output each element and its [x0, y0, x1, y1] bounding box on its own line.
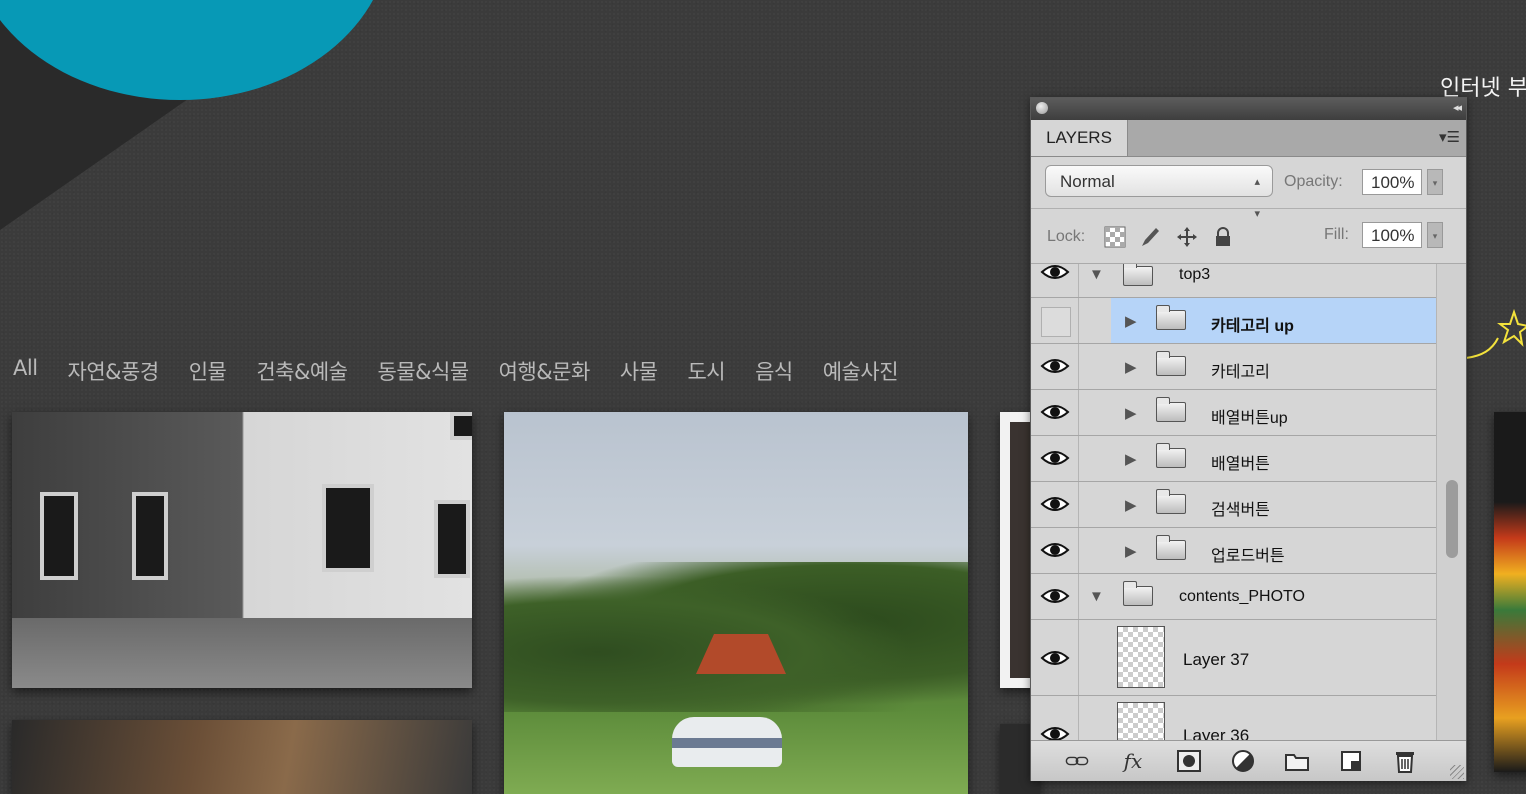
resize-grip-icon[interactable] [1450, 765, 1464, 779]
layer-row-layer-37[interactable]: Layer 37 [1031, 620, 1436, 696]
folder-icon [1156, 535, 1186, 560]
layer-scrollbar[interactable] [1436, 264, 1466, 740]
collapse-triangle-icon[interactable]: ▼ [1089, 588, 1104, 605]
expand-triangle-icon[interactable]: ▶ [1125, 496, 1137, 514]
folder-icon [1156, 489, 1186, 514]
expand-triangle-icon[interactable]: ▶ [1125, 358, 1137, 376]
close-icon[interactable] [1036, 102, 1048, 114]
lock-label: Lock: [1047, 228, 1086, 245]
layer-name: 업로드버튼 [1211, 548, 1285, 565]
fx-icon[interactable]: fx [1121, 749, 1145, 773]
tab-layers[interactable]: LAYERS [1031, 120, 1128, 156]
layer-name: contents_PHOTO [1179, 588, 1305, 605]
fill-field[interactable]: 100% [1362, 222, 1422, 248]
layer-row-category[interactable]: ▶ 카테고리 [1031, 344, 1436, 390]
category-objects[interactable]: 사물 [620, 356, 658, 386]
layer-thumbnail [1117, 626, 1165, 688]
panel-titlebar[interactable]: ◂◂ [1031, 98, 1466, 120]
opacity-field[interactable]: 100% [1362, 169, 1422, 195]
layer-name: 배열버튼up [1211, 410, 1288, 427]
layer-name: 카테고리 [1211, 364, 1270, 381]
lock-row: Lock: Fill: 100% ▾ [1031, 209, 1466, 264]
blend-row: Normal ▴ ▾ Opacity: 100% ▾ [1031, 156, 1466, 220]
category-nav: All 자연&풍경 인물 건축&예술 동물&식물 여행&문화 사물 도시 음식 … [13, 356, 899, 386]
star-doodle-icon [1465, 308, 1526, 359]
folder-icon [1123, 264, 1153, 286]
panel-menu-icon[interactable]: ▾☰ [1439, 128, 1460, 146]
layer-row-layer-36[interactable]: Layer 36 [1031, 696, 1436, 740]
new-layer-icon[interactable] [1339, 749, 1363, 773]
trash-icon[interactable] [1393, 749, 1417, 773]
layer-name: 검색버튼 [1211, 502, 1270, 519]
layer-row-contents-photo[interactable]: ▼ contents_PHOTO [1031, 574, 1436, 620]
photo-interior[interactable] [12, 720, 472, 794]
layer-list: ▼ top3 ▶ 카테고리 up ▶ 카테고리 ▶ 배열버튼up ▶ 배열버튼 … [1031, 264, 1436, 740]
layer-row-sort-button-up[interactable]: ▶ 배열버튼up [1031, 390, 1436, 436]
visibility-off-icon[interactable] [1031, 298, 1079, 343]
expand-triangle-icon[interactable]: ▶ [1125, 312, 1137, 330]
lock-all-icon[interactable] [1212, 226, 1234, 248]
collapse-triangle-icon[interactable]: ▼ [1089, 266, 1104, 283]
visibility-eye-icon[interactable] [1031, 344, 1079, 389]
layer-row-search-button[interactable]: ▶ 검색버튼 [1031, 482, 1436, 528]
new-group-icon[interactable] [1285, 749, 1309, 773]
category-people[interactable]: 인물 [189, 356, 227, 386]
lock-position-icon[interactable] [1176, 226, 1198, 248]
category-nature[interactable]: 자연&풍경 [68, 356, 160, 386]
folder-icon [1156, 443, 1186, 468]
layers-panel: ◂◂ LAYERS ▾☰ Normal ▴ ▾ Opacity: 100% ▾ L… [1030, 97, 1467, 781]
layer-row-upload-button[interactable]: ▶ 업로드버튼 [1031, 528, 1436, 574]
layer-row-sort-button[interactable]: ▶ 배열버튼 [1031, 436, 1436, 482]
category-food[interactable]: 음식 [755, 356, 793, 386]
layer-name: Layer 36 [1183, 726, 1250, 740]
opacity-stepper[interactable]: ▾ [1427, 169, 1443, 195]
layer-row-category-up[interactable]: ▶ 카테고리 up [1031, 298, 1436, 344]
fill-stepper[interactable]: ▾ [1427, 222, 1443, 248]
expand-triangle-icon[interactable]: ▶ [1125, 450, 1137, 468]
layer-name: 배열버튼 [1211, 456, 1270, 473]
adjustment-icon[interactable] [1231, 749, 1255, 773]
layer-name: top3 [1179, 266, 1211, 283]
layer-row-top3[interactable]: ▼ top3 [1031, 264, 1436, 298]
collapse-icon[interactable]: ◂◂ [1453, 101, 1462, 114]
layer-name: Layer 37 [1183, 650, 1250, 669]
visibility-eye-icon[interactable] [1031, 436, 1079, 481]
lock-pixels-icon[interactable] [1139, 226, 1161, 248]
layer-name: 카테고리 up [1211, 318, 1294, 335]
opacity-label: Opacity: [1284, 173, 1343, 190]
visibility-eye-icon[interactable] [1031, 528, 1079, 573]
scrollbar-thumb[interactable] [1446, 480, 1458, 558]
folder-icon [1123, 581, 1153, 606]
category-city[interactable]: 도시 [687, 356, 725, 386]
category-art-photo[interactable]: 예술사진 [823, 356, 899, 386]
layer-thumbnail [1117, 702, 1165, 740]
category-all[interactable]: All [13, 356, 38, 386]
panel-tab-row: LAYERS ▾☰ [1031, 120, 1466, 157]
category-architecture[interactable]: 건축&예술 [256, 356, 348, 386]
visibility-eye-icon[interactable] [1031, 264, 1079, 297]
visibility-eye-icon[interactable] [1031, 390, 1079, 435]
panel-bottom-bar: fx [1031, 740, 1466, 781]
visibility-eye-icon[interactable] [1031, 574, 1079, 619]
photo-caravan-field[interactable] [504, 412, 968, 794]
expand-triangle-icon[interactable]: ▶ [1125, 542, 1137, 560]
folder-icon [1156, 351, 1186, 376]
category-animals[interactable]: 동물&식물 [378, 356, 470, 386]
lock-transparency-icon[interactable] [1104, 226, 1126, 248]
expand-triangle-icon[interactable]: ▶ [1125, 404, 1137, 422]
folder-icon [1156, 305, 1186, 330]
blend-mode-select[interactable]: Normal ▴ ▾ [1045, 165, 1273, 220]
visibility-eye-icon[interactable] [1031, 482, 1079, 527]
folder-icon [1156, 397, 1186, 422]
category-travel[interactable]: 여행&문화 [499, 356, 591, 386]
photo-palace[interactable] [1494, 412, 1526, 772]
photo-cafe-building[interactable] [12, 412, 472, 688]
link-icon[interactable] [1065, 749, 1089, 773]
fill-label: Fill: [1324, 226, 1349, 243]
blend-mode-value: Normal [1060, 172, 1115, 191]
mask-icon[interactable] [1177, 749, 1201, 773]
